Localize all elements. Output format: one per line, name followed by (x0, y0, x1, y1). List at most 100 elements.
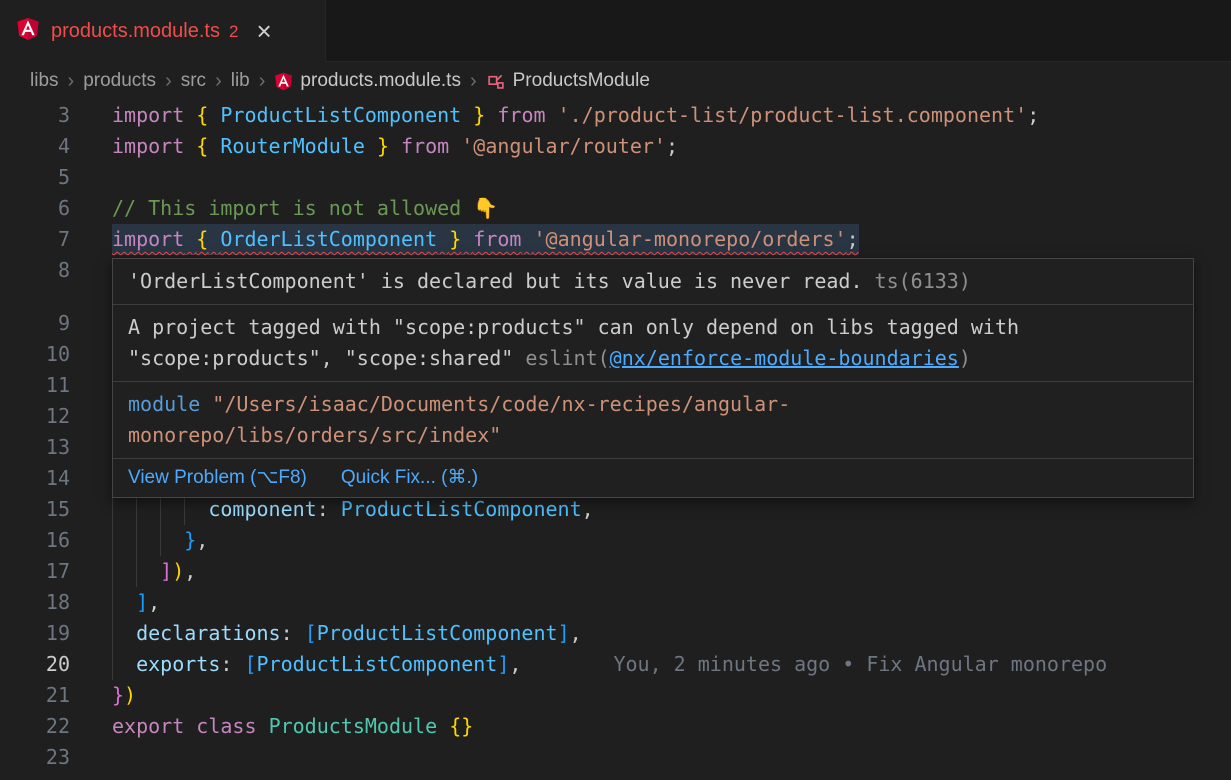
token-kw: import (112, 134, 184, 158)
breadcrumb-libs[interactable]: libs (30, 70, 59, 92)
line-number[interactable]: 8 (0, 255, 70, 286)
token-pl: ; (1027, 103, 1039, 127)
code-line-22: 22 export class ProductsModule {} (0, 711, 1231, 742)
code-text[interactable]: }, (112, 525, 208, 556)
code-line-4: 4 import { RouterModule } from '@angular/… (0, 131, 1231, 162)
line-number[interactable]: 5 (0, 162, 70, 193)
line-number[interactable]: 21 (0, 680, 70, 711)
token-kw: export (112, 714, 184, 738)
token-cp: ProductListComponent (257, 652, 498, 676)
token-pl (112, 559, 160, 583)
ts-diagnostic-message: 'OrderListComponent' is declared but its… (128, 269, 863, 293)
eslint-diagnostic: A project tagged with "scope:products" c… (113, 305, 1193, 382)
line-number[interactable]: 4 (0, 131, 70, 162)
token-pl (184, 714, 196, 738)
code-text[interactable]: exports: [ProductListComponent],You, 2 m… (112, 649, 1107, 680)
breadcrumb-file[interactable]: products.module.ts (274, 70, 461, 92)
line-number[interactable]: 11 (0, 370, 70, 401)
token-b1: {} (449, 714, 473, 738)
code-line-19: 19 declarations: [ProductListComponent], (0, 618, 1231, 649)
token-kw: import (112, 227, 184, 251)
line-number[interactable]: 20 (0, 649, 70, 680)
code-text[interactable]: export class ProductsModule {} (112, 711, 473, 742)
close-icon[interactable]: × (256, 18, 271, 44)
line-number[interactable]: 19 (0, 618, 70, 649)
breadcrumb-label: lib (231, 70, 250, 92)
line-number[interactable]: 7 (0, 224, 70, 255)
token-pl (112, 621, 136, 645)
token-b1: } (377, 134, 389, 158)
token-pl (485, 103, 497, 127)
token-b1: ) (172, 559, 184, 583)
code-line-20: 20 exports: [ProductListComponent],You, … (0, 649, 1231, 680)
token-b3: [ (244, 652, 256, 676)
code-text[interactable]: ]), (112, 556, 196, 587)
eslint-source-close: ) (959, 346, 971, 370)
eslint-rule-link[interactable]: @nx/enforce-module-boundaries (610, 346, 959, 370)
breadcrumb: libs › products › src › lib › products.m… (0, 62, 1231, 100)
token-pl (293, 621, 305, 645)
code-text[interactable]: declarations: [ProductListComponent], (112, 618, 582, 649)
breadcrumb-lib[interactable]: lib (231, 70, 250, 92)
line-number[interactable]: 13 (0, 432, 70, 463)
ts-diagnostic: 'OrderListComponent' is declared but its… (113, 259, 1193, 305)
token-b1: { (196, 134, 208, 158)
line-number[interactable]: 14 (0, 463, 70, 494)
code-text[interactable]: import { ProductListComponent } from './… (112, 100, 1039, 131)
module-path-line1: module "/Users/isaac/Documents/code/nx-r… (128, 389, 1178, 420)
code-line-16: 16 }, (0, 525, 1231, 556)
token-pl (208, 103, 220, 127)
token-b3: ] (136, 590, 148, 614)
eslint-message-line1: A project tagged with "scope:products" c… (128, 312, 1178, 343)
code-text[interactable]: import { RouterModule } from '@angular/r… (112, 131, 678, 162)
code-text[interactable]: component: ProductListComponent, (112, 494, 594, 525)
breadcrumb-symbol[interactable]: ProductsModule (486, 70, 650, 92)
breadcrumb-src[interactable]: src (181, 70, 206, 92)
token-pl (521, 227, 533, 251)
code-text[interactable]: // This import is not allowed 👇 (112, 193, 498, 224)
token-cp: ProductListComponent (220, 103, 461, 127)
token-pl: : (317, 497, 329, 521)
token-pl (184, 103, 196, 127)
line-number[interactable]: 10 (0, 339, 70, 370)
line-number[interactable]: 12 (0, 401, 70, 432)
editor-tab-bar: products.module.ts 2 × (0, 0, 1231, 62)
line-number[interactable]: 15 (0, 494, 70, 525)
token-str: './product-list/product-list.component' (558, 103, 1028, 127)
chevron-right-icon: › (68, 70, 75, 93)
module-path-line2: monorepo/libs/orders/src/index" (128, 420, 1178, 451)
token-pl (184, 134, 196, 158)
view-problem-action[interactable]: View Problem (⌥F8) (128, 466, 307, 490)
code-line-5: 5 (0, 162, 1231, 193)
token-kw: from (473, 227, 521, 251)
token-prop: declarations (136, 621, 281, 645)
token-b2: ] (160, 559, 172, 583)
tab-products-module[interactable]: products.module.ts 2 × (0, 0, 326, 62)
code-text[interactable]: import { OrderListComponent } from '@ang… (112, 224, 859, 255)
token-pl (208, 134, 220, 158)
ts-diagnostic-source: ts(6133) (863, 269, 971, 293)
breadcrumb-label: products.module.ts (300, 70, 461, 92)
line-number[interactable]: 3 (0, 100, 70, 131)
line-number[interactable]: 16 (0, 525, 70, 556)
line-number[interactable]: 17 (0, 556, 70, 587)
token-b2: } (112, 683, 124, 707)
eslint-message-line2: "scope:products", "scope:shared" eslint(… (128, 343, 1178, 374)
code-line-3: 3 import { ProductListComponent } from '.… (0, 100, 1231, 131)
token-b3: ] (558, 621, 570, 645)
token-b3: } (184, 528, 196, 552)
line-number[interactable]: 9 (0, 308, 70, 339)
line-number[interactable]: 23 (0, 742, 70, 773)
code-text[interactable]: }) (112, 680, 136, 711)
tab-title: products.module.ts (51, 20, 220, 43)
token-pl (184, 227, 196, 251)
line-number[interactable]: 22 (0, 711, 70, 742)
hover-popup: 'OrderListComponent' is declared but its… (112, 258, 1194, 498)
token-kw: class (196, 714, 256, 738)
token-emoji: 👇 (473, 196, 498, 220)
line-number[interactable]: 18 (0, 587, 70, 618)
quick-fix-action[interactable]: Quick Fix... (⌘.) (341, 466, 478, 490)
breadcrumb-products[interactable]: products (83, 70, 156, 92)
line-number[interactable]: 6 (0, 193, 70, 224)
code-text[interactable]: ], (112, 587, 160, 618)
